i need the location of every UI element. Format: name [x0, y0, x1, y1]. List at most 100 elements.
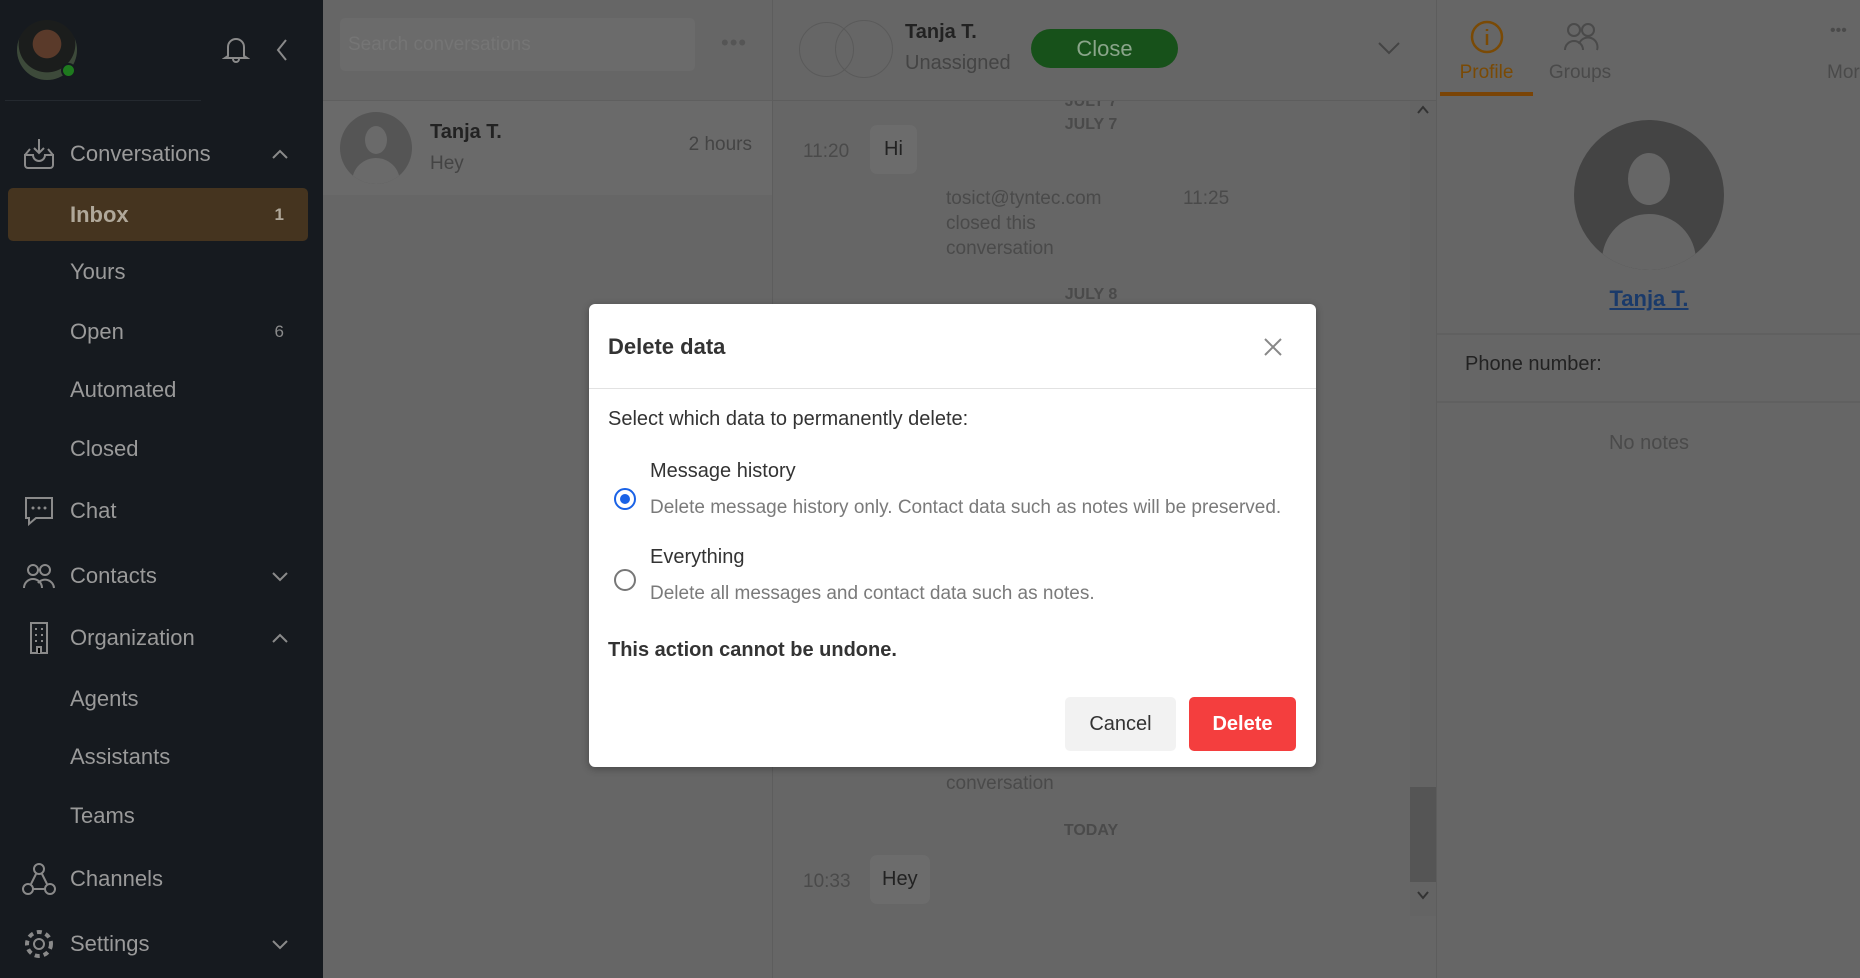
chevron-down-icon[interactable] — [1377, 40, 1401, 56]
sidebar-item-closed[interactable]: Closed — [8, 423, 308, 475]
option-label: Everything — [650, 546, 745, 568]
profile-panel: Profile Groups ••• More Tanja T. Phone n… — [1436, 0, 1860, 978]
bell-icon[interactable] — [222, 34, 250, 64]
message-time: 10:33 — [803, 871, 851, 892]
sidebar: Conversations Inbox 1 Yours Open 6 Automa… — [0, 0, 323, 978]
tab-label: Profile — [1459, 62, 1514, 83]
info-icon — [1470, 20, 1504, 54]
network-icon — [22, 863, 56, 895]
divider — [5, 100, 201, 101]
event-text: conversation — [946, 773, 1054, 794]
notes-empty-text: No notes — [1608, 432, 1690, 454]
chevron-up-icon — [272, 633, 288, 643]
date-separator: JULY 7 — [1064, 116, 1118, 133]
date-separator: TODAY — [1063, 822, 1119, 839]
sidebar-item-assistants[interactable]: Assistants — [8, 731, 308, 783]
chevron-up-icon — [272, 149, 288, 159]
modal-prompt: Select which data to permanently delete: — [608, 408, 969, 430]
message-bubble: Hey — [870, 855, 930, 904]
delete-button[interactable]: Delete — [1189, 697, 1296, 751]
option-label: Message history — [650, 460, 796, 482]
sidebar-item-settings[interactable]: Settings — [8, 918, 308, 970]
open-count-badge: 6 — [274, 322, 284, 341]
chat-bubble-icon — [25, 497, 53, 527]
date-separator: JULY 7 — [1064, 101, 1118, 110]
sidebar-item-organization[interactable]: Organization — [8, 612, 308, 664]
gear-icon — [25, 930, 53, 958]
search-input[interactable] — [340, 18, 695, 71]
option-description: Delete all messages and contact data suc… — [650, 583, 1095, 604]
warning-text: This action cannot be undone. — [608, 639, 897, 661]
option-everything[interactable]: Everything Delete all messages and conta… — [607, 539, 1307, 614]
scroll-up-arrow-icon[interactable] — [1417, 105, 1429, 115]
sidebar-item-label: Closed — [70, 436, 139, 461]
inbox-count-badge: 1 — [274, 204, 284, 224]
inbox-tray-icon — [24, 139, 54, 169]
sidebar-item-label: Inbox — [70, 201, 129, 227]
sidebar-item-chat[interactable]: Chat — [8, 485, 308, 537]
tab-profile[interactable]: Profile — [1440, 0, 1533, 96]
sidebar-item-yours[interactable]: Yours — [8, 246, 308, 298]
sidebar-item-contacts[interactable]: Contacts — [8, 550, 308, 602]
sidebar-item-label: Agents — [70, 686, 139, 711]
sidebar-item-label: Yours — [70, 259, 126, 284]
scroll-down-arrow-icon[interactable] — [1417, 890, 1429, 900]
tab-label: More — [1827, 62, 1860, 83]
chat-contact-name: Tanja T. — [905, 21, 977, 43]
sidebar-item-label: Assistants — [70, 744, 171, 769]
cancel-button[interactable]: Cancel — [1065, 697, 1176, 751]
tab-more[interactable]: ••• More — [1812, 0, 1860, 96]
assignee-dropdown[interactable]: Unassigned — [905, 52, 1011, 75]
message-time: 11:20 — [803, 141, 850, 162]
delete-data-modal: Delete data Select which data to permane… — [589, 304, 1316, 767]
sidebar-item-inbox[interactable]: Inbox 1 — [8, 188, 308, 241]
close-icon[interactable] — [1263, 337, 1283, 357]
sidebar-item-label: Chat — [70, 498, 117, 523]
sidebar-item-label: Open — [70, 319, 124, 344]
contact-avatar — [340, 112, 412, 184]
message-preview: Hey — [430, 153, 464, 174]
people-icon — [23, 564, 55, 589]
scrollbar-thumb[interactable] — [1410, 787, 1436, 882]
sidebar-item-label: Teams — [70, 803, 135, 828]
sidebar-item-label: Automated — [70, 377, 177, 402]
sidebar-item-open[interactable]: Open 6 — [8, 306, 308, 358]
sidebar-item-channels[interactable]: Channels — [8, 853, 308, 905]
option-description: Delete message history only. Contact dat… — [650, 497, 1282, 518]
tab-label: Groups — [1548, 62, 1612, 83]
chevron-left-icon[interactable] — [274, 38, 290, 62]
sidebar-item-label: Organization — [70, 625, 195, 650]
conversation-list-item[interactable]: Tanja T. Hey 2 hours — [323, 100, 772, 195]
online-status-indicator — [61, 63, 76, 78]
message-bubble: Hi — [870, 125, 917, 174]
sidebar-item-agents[interactable]: Agents — [8, 673, 308, 725]
option-message-history[interactable]: Message history Delete message history o… — [607, 454, 1307, 529]
more-options-icon[interactable]: ••• — [721, 30, 747, 56]
tab-groups[interactable]: Groups — [1535, 0, 1625, 96]
contact-name: Tanja T. — [430, 121, 502, 143]
sidebar-item-label: Conversations — [70, 141, 211, 166]
radio-message-history[interactable] — [614, 488, 636, 510]
avatar-circle — [835, 20, 893, 78]
event-time: 11:25 — [1183, 188, 1230, 209]
radio-everything[interactable] — [614, 569, 636, 591]
phone-number-label: Phone number: — [1465, 353, 1602, 375]
modal-title: Delete data — [608, 334, 726, 359]
profile-avatar — [1574, 120, 1724, 270]
sidebar-item-conversations[interactable]: Conversations — [8, 128, 308, 180]
divider — [1437, 401, 1860, 403]
profile-name-link[interactable]: Tanja T. — [1437, 286, 1860, 312]
building-icon — [30, 622, 48, 654]
scrollbar[interactable] — [1410, 101, 1436, 916]
chevron-down-icon — [272, 572, 288, 582]
groups-icon — [1564, 23, 1599, 51]
sidebar-item-label: Settings — [70, 931, 150, 956]
event-text: tosict@tyntec.com closed this conversati… — [946, 188, 1102, 259]
close-conversation-button[interactable]: Close — [1031, 29, 1178, 68]
conversation-time: 2 hours — [688, 134, 752, 155]
more-dots-icon: ••• — [1830, 22, 1847, 39]
sidebar-item-automated[interactable]: Automated — [8, 364, 308, 416]
chevron-down-icon — [272, 940, 288, 950]
sidebar-item-teams[interactable]: Teams — [8, 790, 308, 842]
divider — [1437, 333, 1860, 335]
